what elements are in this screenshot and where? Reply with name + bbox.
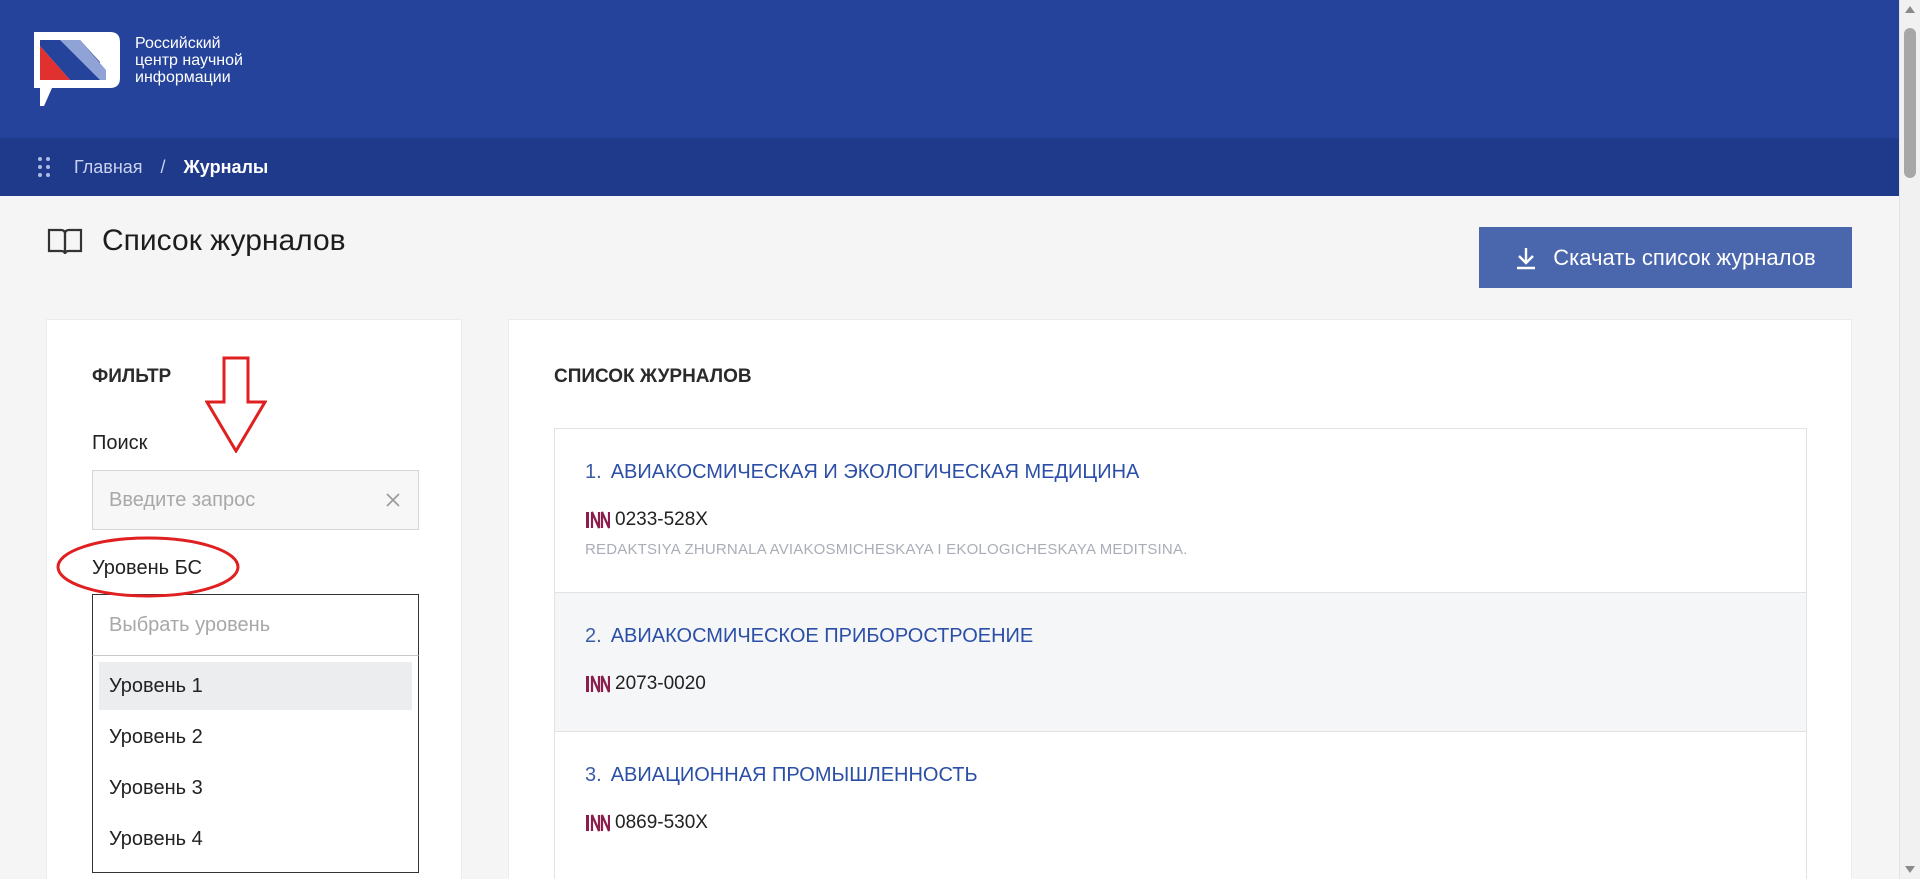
journal-item: 2. АВИАКОСМИЧЕСКОЕ ПРИБОРОСТРОЕНИЕ 2073-…: [554, 592, 1807, 732]
scroll-down-icon[interactable]: [1905, 866, 1915, 873]
journal-publisher: REDAKTSIYA ZHURNALA AVIAKOSMICHESKAYA I …: [585, 541, 1188, 558]
journal-issn: 0869-530X: [585, 812, 708, 834]
level-option[interactable]: Уровень 4: [99, 815, 412, 863]
journal-number: 2.: [585, 625, 602, 647]
journal-item: 3. АВИАЦИОННАЯ ПРОМЫШЛЕННОСТЬ 0869-530X: [554, 731, 1807, 879]
breadcrumb-home-link[interactable]: Главная: [74, 157, 143, 178]
page-title-row: Список журналов: [46, 224, 346, 258]
journal-issn: 2073-0020: [585, 673, 706, 695]
download-icon: [1517, 247, 1536, 269]
page-scrollbar[interactable]: [1899, 0, 1920, 879]
page-title: Список журналов: [102, 224, 346, 257]
journal-heading: 3. АВИАЦИОННАЯ ПРОМЫШЛЕННОСТЬ: [585, 764, 978, 787]
search-field: [92, 470, 419, 530]
level-select-input[interactable]: [93, 595, 418, 655]
clear-icon[interactable]: [384, 491, 402, 509]
site-header: Российский центр научной информации: [0, 0, 1899, 138]
journal-title-link[interactable]: АВИАКОСМИЧЕСКОЕ ПРИБОРОСТРОЕНИЕ: [611, 625, 1034, 648]
breadcrumb-separator: /: [160, 156, 166, 177]
download-button-label: Скачать список журналов: [1553, 244, 1816, 270]
journal-title-link[interactable]: АВИАЦИОННАЯ ПРОМЫШЛЕННОСТЬ: [611, 764, 978, 787]
search-label: Поиск: [92, 432, 148, 454]
journal-list-panel: СПИСОК ЖУРНАЛОВ 1. АВИАКОСМИЧЕСКАЯ И ЭКО…: [508, 319, 1852, 879]
breadcrumb-current: Журналы: [183, 156, 269, 177]
journal-title-link[interactable]: АВИАКОСМИЧЕСКАЯ И ЭКОЛОГИЧЕСКАЯ МЕДИЦИНА: [611, 461, 1140, 484]
logo-line: Российский: [135, 35, 221, 52]
issn-icon: [586, 814, 610, 832]
journal-item: 1. АВИАКОСМИЧЕСКАЯ И ЭКОЛОГИЧЕСКАЯ МЕДИЦ…: [554, 428, 1807, 593]
level-select[interactable]: [92, 594, 419, 656]
issn-icon: [586, 675, 610, 693]
journal-heading: 2. АВИАКОСМИЧЕСКОЕ ПРИБОРОСТРОЕНИЕ: [585, 625, 1033, 648]
list-title: СПИСОК ЖУРНАЛОВ: [554, 366, 752, 387]
level-option[interactable]: Уровень 1: [99, 662, 412, 710]
logo-line: информации: [135, 69, 231, 86]
journal-number: 1.: [585, 461, 602, 483]
logo-line: центр научной: [135, 52, 243, 69]
filter-title: ФИЛЬТР: [92, 366, 172, 387]
filter-panel: ФИЛЬТР Поиск Уровень БС Уровень 1 Уровен…: [46, 319, 462, 879]
level-option[interactable]: Уровень 3: [99, 764, 412, 812]
issn-value: 2073-0020: [615, 673, 706, 694]
issn-value: 0233-528X: [615, 509, 708, 530]
grid-dots-icon[interactable]: [38, 157, 50, 177]
scroll-thumb[interactable]: [1904, 28, 1916, 178]
rcsi-logo[interactable]: [30, 30, 122, 107]
journal-number: 3.: [585, 764, 602, 786]
issn-value: 0869-530X: [615, 812, 708, 833]
search-input[interactable]: [93, 471, 363, 529]
journal-heading: 1. АВИАКОСМИЧЕСКАЯ И ЭКОЛОГИЧЕСКАЯ МЕДИЦ…: [585, 461, 1139, 484]
open-book-icon: [47, 228, 83, 255]
issn-icon: [586, 511, 610, 529]
download-list-button[interactable]: Скачать список журналов: [1479, 227, 1852, 288]
journal-issn: 0233-528X: [585, 509, 708, 531]
scroll-up-icon[interactable]: [1905, 6, 1915, 13]
breadcrumb: Главная / Журналы: [0, 138, 1899, 196]
logo-text: Российский центр научной информации: [135, 35, 295, 86]
level-option[interactable]: Уровень 2: [99, 713, 412, 761]
level-dropdown: Уровень 1 Уровень 2 Уровень 3 Уровень 4: [92, 656, 419, 873]
level-label: Уровень БС: [92, 557, 202, 579]
